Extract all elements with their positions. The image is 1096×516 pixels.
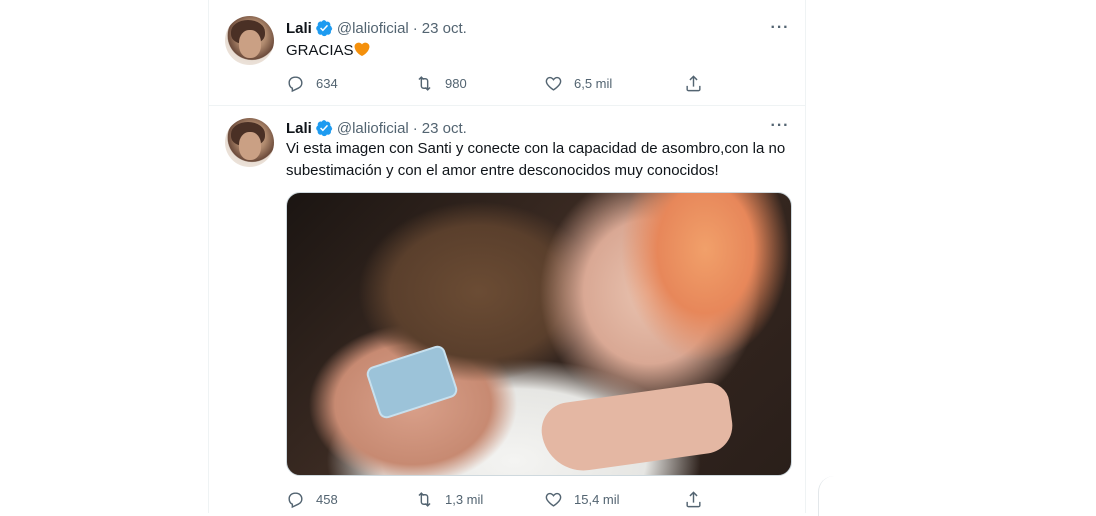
share-icon [686, 490, 701, 507]
reply-count: 458 [316, 491, 338, 507]
verified-badge-icon [316, 120, 333, 137]
tweet-text-content: GRACIAS [286, 42, 354, 59]
share-button[interactable] [684, 74, 703, 93]
like-count: 6,5 mil [574, 75, 613, 91]
tweet-actions: 634 980 6,5 mil [286, 73, 716, 93]
retweet-count: 1,3 mil [445, 491, 484, 507]
retweet-count: 980 [445, 75, 467, 91]
photo-detail-hand [538, 380, 736, 475]
tweet-text: Vi esta imagen con Santi y conecte con l… [286, 140, 786, 179]
like-button[interactable]: 15,4 mil [544, 490, 620, 509]
reply-button[interactable]: 458 [286, 490, 338, 509]
share-button[interactable] [684, 490, 703, 509]
author-handle[interactable]: @lalioficial [337, 20, 409, 37]
timeline: Lali @lalioficial · 23 oct. ··· GRACIAS … [208, 0, 806, 513]
tweet-date[interactable]: 23 oct. [422, 120, 467, 137]
tweet[interactable]: Lali @lalioficial · 23 oct. ··· GRACIAS … [209, 0, 806, 106]
avatar[interactable] [225, 16, 274, 65]
tweet[interactable]: Lali @lalioficial · 23 oct. ··· Vi esta … [209, 106, 806, 513]
heart-icon [545, 76, 562, 91]
retweet-icon [418, 491, 431, 507]
like-count: 15,4 mil [574, 491, 620, 507]
photo-detail-mask [364, 343, 460, 421]
separator-dot: · [412, 19, 418, 37]
more-icon[interactable]: ··· [770, 116, 790, 136]
author-name[interactable]: Lali [286, 120, 312, 137]
tweet-photo[interactable] [286, 192, 792, 476]
tweet-header: Lali @lalioficial · 23 oct. [286, 118, 467, 138]
tweet-date[interactable]: 23 oct. [422, 20, 467, 37]
share-icon [686, 74, 701, 91]
author-handle[interactable]: @lalioficial [337, 120, 409, 137]
like-button[interactable]: 6,5 mil [544, 74, 612, 93]
retweet-icon [418, 75, 431, 91]
avatar-face [239, 30, 261, 58]
reply-icon [288, 491, 303, 508]
verified-badge-icon [316, 20, 333, 37]
separator-dot: · [412, 119, 418, 137]
author-name[interactable]: Lali [286, 20, 312, 37]
avatar-face [239, 132, 261, 160]
reply-button[interactable]: 634 [286, 74, 338, 93]
tweet-header: Lali @lalioficial · 23 oct. [286, 18, 467, 38]
orange-heart-emoji-icon [354, 42, 369, 56]
heart-icon [545, 492, 562, 507]
more-icon[interactable]: ··· [770, 18, 790, 38]
reply-icon [288, 75, 303, 92]
reply-count: 634 [316, 75, 338, 91]
tweet-text: GRACIAS [286, 40, 792, 62]
tweet-actions: 458 1,3 mil 15,4 mil [286, 489, 716, 509]
retweet-button[interactable]: 980 [415, 74, 467, 93]
avatar[interactable] [225, 118, 274, 167]
retweet-button[interactable]: 1,3 mil [415, 490, 483, 509]
side-widget-edge [818, 476, 859, 516]
